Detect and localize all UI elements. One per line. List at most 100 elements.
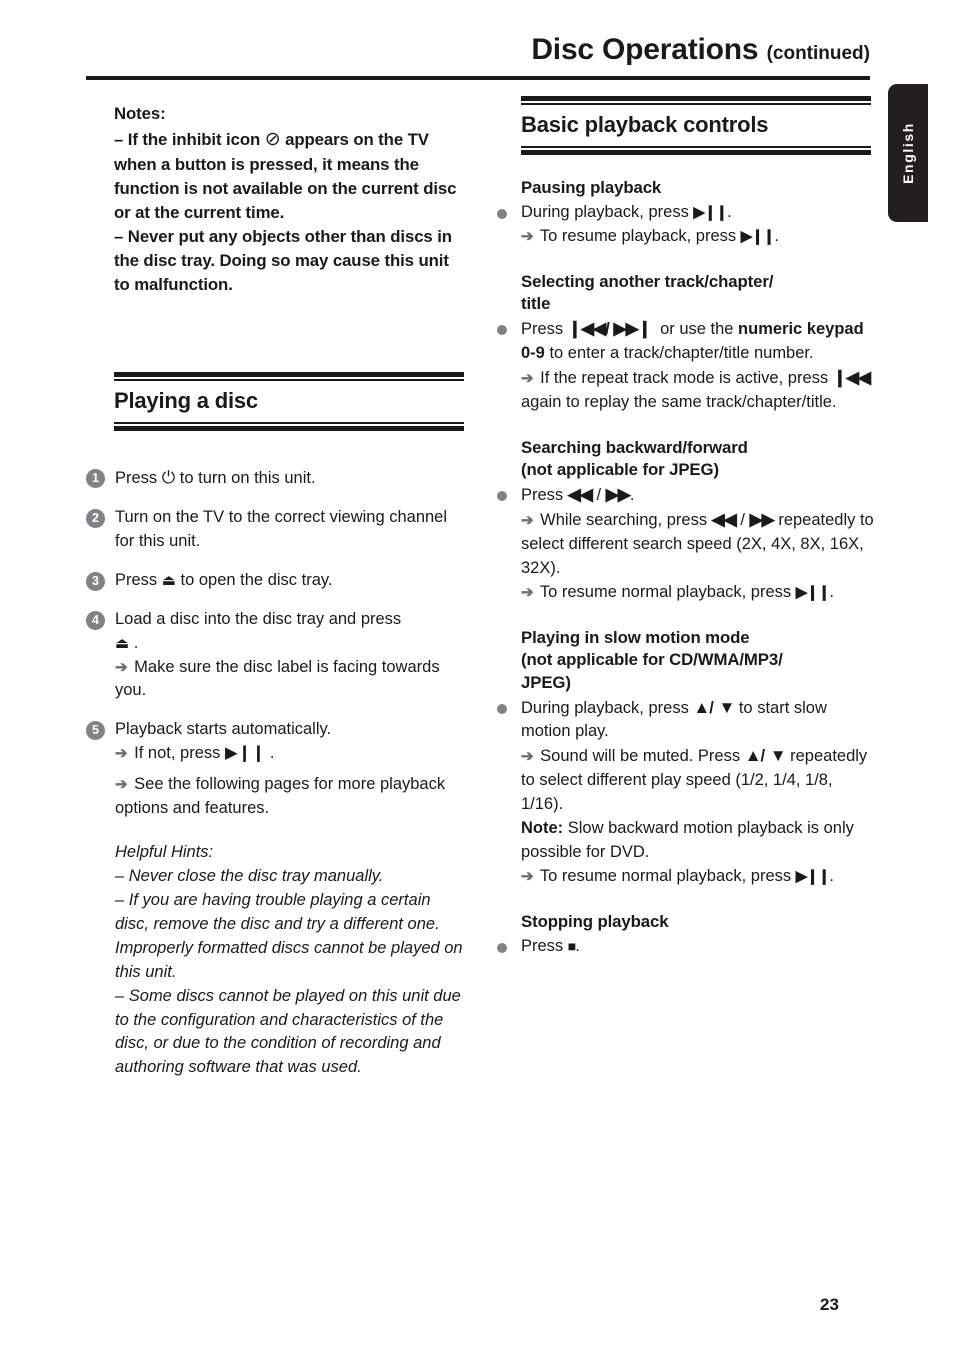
step-4-result-1: ➔ Make sure the disc label is facing tow… bbox=[115, 656, 464, 704]
bullet-dot-icon bbox=[497, 208, 507, 219]
step-1-text: Press ⏻ to turn on this unit. bbox=[115, 468, 316, 487]
topic-selecting-track: Selecting another track/chapter/title Pr… bbox=[497, 271, 875, 415]
arrow-icon: ➔ bbox=[115, 745, 128, 763]
step-2-text: Turn on the TV to the correct viewing ch… bbox=[115, 507, 448, 550]
play-pause-icon: ▶❙❙ bbox=[795, 867, 831, 885]
helpful-hint-3: – Some discs cannot be played on this un… bbox=[115, 986, 461, 1077]
bullet-dot-icon bbox=[497, 942, 507, 953]
topic-heading-selecting-track: Selecting another track/chapter/title bbox=[521, 271, 774, 314]
step-1-number: 1 bbox=[86, 469, 105, 488]
section-heading-basic-playback-controls: Basic playback controls bbox=[521, 112, 769, 137]
bullet-text: Press ■. bbox=[521, 936, 580, 955]
section-rule-bottom bbox=[114, 422, 464, 431]
page-title-continued: (continued) bbox=[766, 43, 870, 64]
page-title: Disc Operations (continued) bbox=[86, 34, 870, 66]
rewind-icon: ◀◀ bbox=[711, 509, 737, 529]
bullet-pausing-playback: During playback, press ▶❙❙. ➔ To resume … bbox=[497, 201, 875, 249]
note-item-2: – Never put any objects other than discs… bbox=[114, 225, 466, 297]
page-title-main: Disc Operations bbox=[531, 33, 759, 66]
page-header: Disc Operations (continued) bbox=[86, 34, 870, 66]
arrow-icon: ➔ bbox=[115, 776, 128, 794]
arrow-icon: ➔ bbox=[521, 227, 534, 245]
step-3-number: 3 bbox=[86, 571, 105, 591]
up-arrow-icon: ▲ bbox=[693, 697, 710, 717]
section-heading-playing-a-disc: Playing a disc bbox=[114, 388, 258, 413]
arrow-icon: ➔ bbox=[521, 748, 534, 766]
section-playing-a-disc-header: Playing a disc bbox=[114, 372, 464, 431]
arrow-icon: ➔ bbox=[521, 583, 534, 601]
next-track-icon: ▶▶❙ bbox=[613, 318, 652, 338]
play-pause-icon: ▶❙❙ bbox=[693, 203, 728, 221]
inhibit-icon: ⊘ bbox=[264, 129, 281, 151]
note-text: Slow backward motion playback is only po… bbox=[521, 819, 854, 862]
step-5-text: Playback starts automatically. bbox=[115, 720, 332, 739]
note-2-text: Never put any objects other than discs i… bbox=[114, 227, 452, 295]
bullet-text: During playback, press ▲/ ▼ to start slo… bbox=[521, 697, 827, 741]
section-basic-playback-controls-header: Basic playback controls bbox=[521, 96, 871, 155]
power-icon: ⏻ bbox=[161, 468, 176, 487]
step-4-text: Load a disc into the disc tray and press… bbox=[115, 609, 402, 652]
bullet-text: During playback, press ▶❙❙. bbox=[521, 202, 732, 221]
note-1-before-icon: If the inhibit icon bbox=[127, 130, 261, 150]
note-2-lead: – bbox=[114, 227, 124, 247]
bullet-dot-icon bbox=[497, 490, 507, 501]
step-5-result-2: ➔ See the following pages for more playb… bbox=[115, 773, 464, 821]
arrow-icon: ➔ bbox=[521, 369, 534, 387]
play-pause-icon: ▶❙❙ bbox=[740, 227, 776, 245]
helpful-hints-block: Helpful Hints: – Never close the disc tr… bbox=[86, 841, 464, 1080]
bullet-selecting-track: Press ❙◀◀/ ▶▶❙ or use the numeric keypad… bbox=[497, 317, 875, 415]
section-rule-top bbox=[521, 96, 871, 105]
notes-block: Notes: – If the inhibit icon ⊘ appears o… bbox=[114, 102, 466, 297]
fast-forward-icon: ▶▶ bbox=[749, 509, 775, 529]
play-pause-icon: ▶❙❙ bbox=[795, 583, 831, 601]
bullet-stopping-playback: Press ■. bbox=[497, 935, 875, 959]
steps-list: 1 Press ⏻ to turn on this unit. 2 Turn o… bbox=[86, 451, 464, 1080]
topic-slow-motion: Playing in slow motion mode (not applicab… bbox=[497, 627, 875, 889]
prev-track-icon: ❙◀◀ bbox=[567, 318, 606, 338]
section-rule-bottom bbox=[521, 146, 871, 155]
note-1-lead: – bbox=[114, 130, 124, 150]
stop-icon: ■ bbox=[567, 937, 577, 954]
helpful-hint-1: – Never close the disc tray manually. bbox=[115, 866, 384, 885]
notes-title: Notes: bbox=[114, 104, 166, 123]
step-5-result-1-text: If not, press ▶❙❙ . bbox=[134, 744, 275, 763]
eject-icon: ⏏ bbox=[161, 571, 176, 589]
result-1: ➔ While searching, press ◀◀ / ▶▶ repeate… bbox=[521, 509, 874, 577]
page-number: 23 bbox=[820, 1295, 839, 1314]
step-2-number: 2 bbox=[86, 508, 105, 528]
section-rule-top bbox=[114, 372, 464, 381]
bullet-searching: Press ◀◀ / ▶▶. ➔ While searching, press … bbox=[497, 483, 875, 605]
note-label: Note: bbox=[521, 819, 564, 838]
topic-searching: Searching backward/forward (not applicabl… bbox=[497, 437, 875, 605]
result-1: ➔ To resume playback, press ▶❙❙. bbox=[521, 226, 779, 245]
topic-stopping-playback: Stopping playback Press ■. bbox=[497, 911, 875, 959]
bullet-slow-motion: During playback, press ▲/ ▼ to start slo… bbox=[497, 696, 875, 889]
language-tab-label: English bbox=[900, 122, 916, 184]
step-4-result-1-text: Make sure the disc label is facing towar… bbox=[115, 657, 440, 700]
prev-track-icon: ❙◀◀ bbox=[832, 367, 871, 387]
bullet-text: Press ❙◀◀/ ▶▶❙ or use the numeric keypad… bbox=[521, 318, 864, 362]
topic-pausing-playback: Pausing playback During playback, press … bbox=[497, 177, 875, 249]
step-5-number: 5 bbox=[86, 721, 105, 741]
arrow-icon: ➔ bbox=[521, 867, 534, 885]
result-1: ➔ If the repeat track mode is active, pr… bbox=[521, 367, 871, 411]
fast-forward-icon: ▶▶ bbox=[605, 484, 631, 504]
note-slow-motion: Note: Slow backward motion playback is o… bbox=[521, 817, 875, 865]
step-5-result-2-text: See the following pages for more playbac… bbox=[115, 775, 446, 818]
result-2: ➔ To resume normal playback, press ▶❙❙. bbox=[521, 866, 835, 885]
language-tab-english: English bbox=[888, 84, 928, 222]
step-5: 5 Playback starts automatically. ➔ If no… bbox=[86, 718, 464, 821]
note-item-1: – If the inhibit icon ⊘ appears on the T… bbox=[114, 126, 466, 225]
bullet-dot-icon bbox=[497, 324, 507, 335]
topic-heading-slow-motion: Playing in slow motion mode (not applicab… bbox=[521, 627, 783, 692]
bullet-text: Press ◀◀ / ▶▶. bbox=[521, 484, 635, 504]
bullet-dot-icon bbox=[497, 703, 507, 714]
result-2: ➔ To resume normal playback, press ▶❙❙. bbox=[521, 582, 835, 601]
step-2: 2 Turn on the TV to the correct viewing … bbox=[86, 506, 464, 554]
step-1: 1 Press ⏻ to turn on this unit. bbox=[86, 466, 464, 491]
header-rule bbox=[86, 76, 870, 80]
topic-heading-searching: Searching backward/forward (not applicabl… bbox=[521, 437, 748, 480]
result-1: ➔ Sound will be muted. Press ▲/ ▼ repeat… bbox=[521, 746, 868, 814]
step-4-number: 4 bbox=[86, 610, 105, 630]
step-4: 4 Load a disc into the disc tray and pre… bbox=[86, 608, 464, 704]
